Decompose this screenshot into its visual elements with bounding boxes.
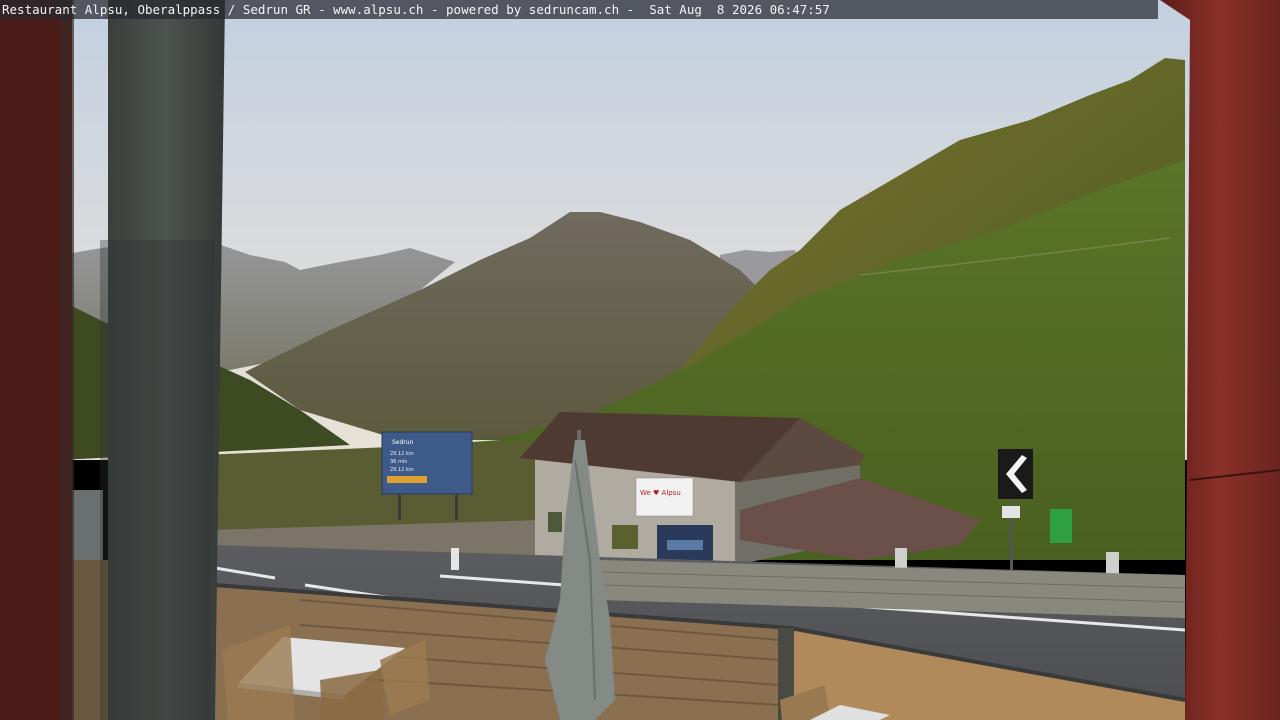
hut-sign-board <box>635 477 694 517</box>
webcam-frame: Sedrun 29.12 km 36 min 29.12 km We ♥ Alp… <box>0 0 1280 720</box>
billboard-brand: Sedrun <box>392 439 414 446</box>
timestamp-caption: Restaurant Alpsu, Oberalppass / Sedrun G… <box>0 0 1158 19</box>
window-frame-left-edge-highlight <box>60 0 74 720</box>
bollard <box>451 548 459 570</box>
bollard <box>895 548 907 570</box>
dark-pole-shade <box>100 240 215 720</box>
billboard-line-3: 29.12 km <box>390 467 414 473</box>
webcam-scene: Sedrun 29.12 km 36 min 29.12 km We ♥ Alp… <box>0 0 1280 720</box>
hut-sign: We ♥ Alpsu <box>640 489 681 497</box>
billboard-line-2: 36 min <box>390 459 407 465</box>
billboard-line-1: 29.12 km <box>390 451 414 457</box>
green-bin <box>1050 509 1072 543</box>
